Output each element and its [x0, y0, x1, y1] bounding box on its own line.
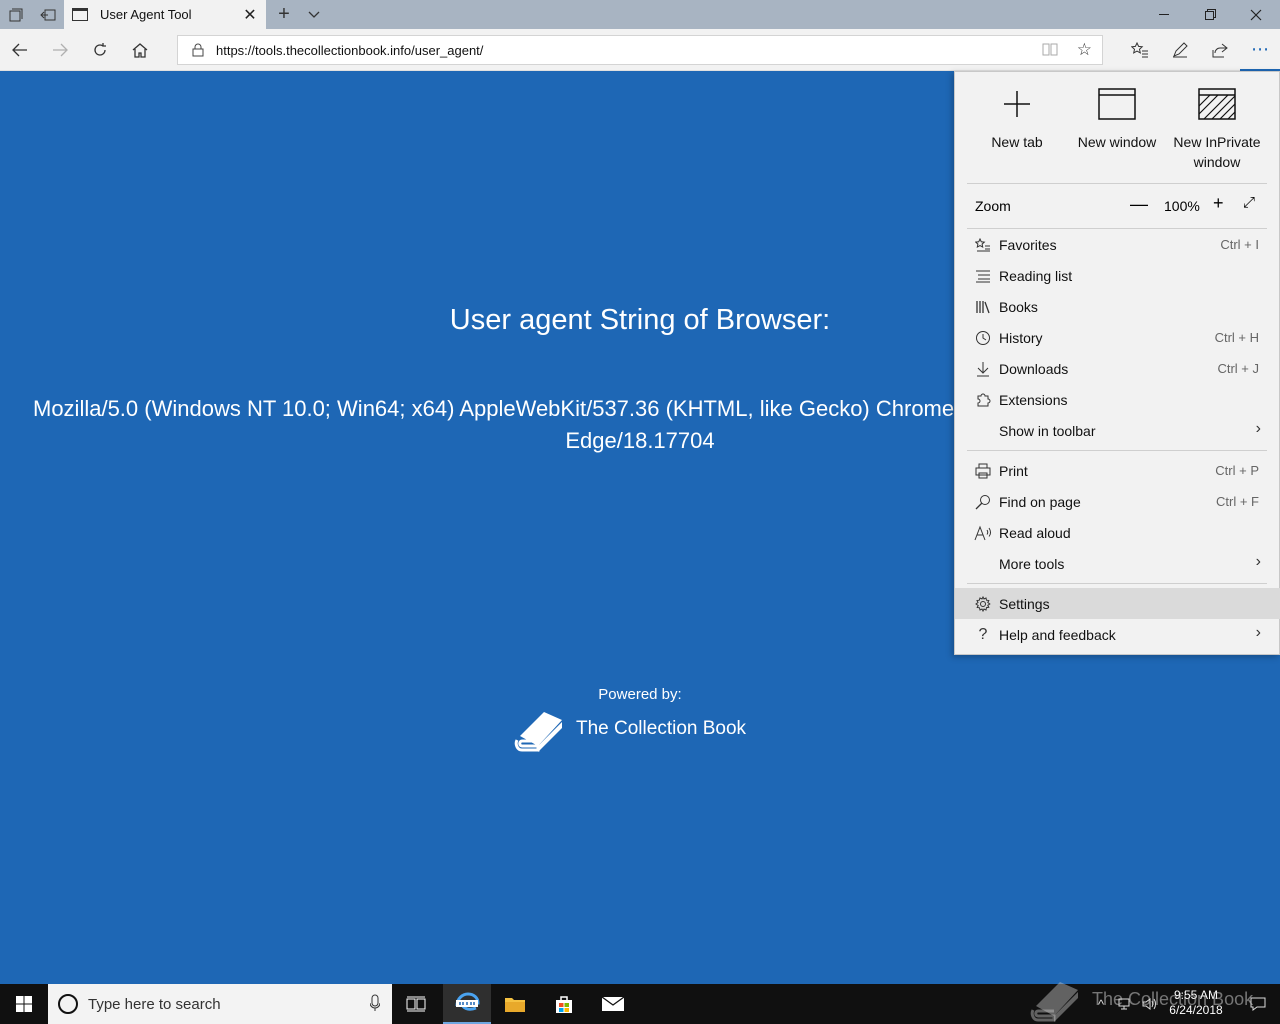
powered-by-label: Powered by: [598, 686, 682, 703]
gear-icon [973, 594, 993, 614]
favorites-icon [973, 235, 993, 255]
lock-icon [192, 43, 204, 62]
menu-item-help-and-feedback[interactable]: ? Help and feedback › [955, 619, 1280, 650]
tile-label: New tab [991, 134, 1043, 150]
address-bar[interactable]: https://tools.thecollectionbook.info/use… [177, 35, 1103, 65]
tile-label: New InPrivate window [1173, 134, 1261, 170]
search-icon [973, 492, 993, 512]
menu-item-read-aloud[interactable]: Read aloud [955, 517, 1280, 548]
menu-item-favorites[interactable]: Favorites Ctrl + I [955, 229, 1280, 260]
tab-close-icon[interactable]: ✕ [234, 5, 266, 25]
share-icon[interactable] [1200, 29, 1240, 71]
reading-list-icon [973, 266, 993, 286]
menu-item-reading-list[interactable]: Reading list [955, 260, 1280, 291]
watermark-text: The Collection Book [1092, 988, 1254, 1009]
menu-item-print[interactable]: Print Ctrl + P [955, 455, 1280, 486]
menu-divider [967, 450, 1267, 451]
refresh-button[interactable] [80, 29, 120, 71]
user-agent-line-2: Edge/18.17704 [565, 428, 715, 453]
brand-link[interactable]: The Collection Book [514, 706, 746, 752]
help-icon: ? [978, 626, 988, 643]
restore-button[interactable] [1187, 0, 1233, 29]
file-explorer-icon[interactable] [491, 984, 539, 1024]
tab-dropdown-chevron-icon[interactable] [300, 0, 328, 29]
microsoft-store-icon[interactable] [540, 984, 588, 1024]
download-icon [973, 359, 993, 379]
tab-title: User Agent Tool [100, 7, 192, 22]
read-aloud-icon [973, 523, 993, 543]
menu-item-history[interactable]: History Ctrl + H [955, 322, 1280, 353]
inprivate-window-icon [1167, 84, 1267, 124]
tab-user-agent-tool[interactable]: User Agent Tool ✕ [64, 0, 266, 29]
url-text[interactable]: https://tools.thecollectionbook.info/use… [216, 43, 483, 58]
chevron-right-icon: › [1255, 553, 1261, 570]
menu-item-show-in-toolbar[interactable]: Show in toolbar › [955, 415, 1280, 446]
watermark-book-icon [1030, 982, 1078, 1022]
tabs-aside-icon[interactable] [32, 0, 64, 29]
title-bar: User Agent Tool ✕ + [0, 0, 1280, 29]
settings-and-more-button[interactable]: ⋯ [1240, 29, 1280, 71]
back-button[interactable] [0, 29, 40, 71]
tab-preview-icon[interactable] [0, 0, 32, 29]
microphone-icon[interactable] [369, 994, 381, 1017]
page-favicon-icon [72, 8, 88, 21]
add-favorite-star-icon[interactable]: ☆ [1077, 40, 1092, 60]
menu-item-settings[interactable]: Settings [955, 588, 1280, 619]
menu-item-extensions[interactable]: Extensions [955, 384, 1280, 415]
menu-item-downloads[interactable]: Downloads Ctrl + J [955, 353, 1280, 384]
chevron-right-icon: › [1255, 420, 1261, 437]
new-inprivate-window-tile[interactable]: New InPrivate window [1167, 84, 1267, 172]
extensions-icon [973, 390, 993, 410]
zoom-out-button[interactable]: — [1130, 194, 1148, 215]
reading-view-icon[interactable] [1042, 42, 1058, 59]
edge-beta-taskbar-icon[interactable] [443, 984, 491, 1024]
settings-and-more-menu: New tab New window New InPrivate window … [954, 71, 1280, 655]
new-window-tile[interactable]: New window [1067, 84, 1167, 152]
zoom-row: Zoom — 100% + ⤢ [955, 186, 1280, 226]
minimize-button[interactable] [1141, 0, 1187, 29]
start-windows-icon[interactable] [0, 984, 48, 1024]
menu-item-books[interactable]: Books [955, 291, 1280, 322]
chevron-right-icon: › [1255, 624, 1261, 641]
brand-name: The Collection Book [576, 718, 747, 739]
book-logo-icon [514, 712, 562, 752]
tile-label: New window [1077, 134, 1157, 150]
forward-button[interactable] [40, 29, 80, 71]
books-icon [973, 297, 993, 317]
menu-divider [967, 583, 1267, 584]
new-tab-button[interactable]: + [270, 0, 298, 29]
cortana-icon [58, 994, 78, 1014]
web-note-pen-icon[interactable] [1160, 29, 1200, 71]
zoom-label: Zoom [975, 198, 1011, 214]
search-placeholder: Type here to search [88, 996, 221, 1013]
window-icon [1067, 84, 1167, 124]
watermark: The Collection Book [1030, 976, 1253, 1022]
zoom-in-button[interactable]: + [1213, 193, 1224, 214]
home-button[interactable] [120, 29, 160, 71]
favorites-hub-icon[interactable] [1120, 29, 1160, 71]
menu-divider [967, 183, 1267, 184]
zoom-level: 100% [1164, 198, 1200, 214]
plus-icon [967, 84, 1067, 124]
task-view-icon[interactable] [392, 984, 440, 1024]
close-window-button[interactable] [1233, 0, 1279, 29]
print-icon [973, 461, 993, 481]
mail-icon[interactable] [589, 984, 637, 1024]
taskbar-search-box[interactable]: Type here to search [48, 984, 392, 1024]
history-icon [973, 328, 993, 348]
new-tab-tile[interactable]: New tab [967, 84, 1067, 152]
menu-item-find-on-page[interactable]: Find on page Ctrl + F [955, 486, 1280, 517]
full-screen-icon[interactable]: ⤢ [1243, 194, 1255, 211]
menu-item-more-tools[interactable]: More tools › [955, 548, 1280, 579]
navigation-bar: https://tools.thecollectionbook.info/use… [0, 29, 1280, 71]
